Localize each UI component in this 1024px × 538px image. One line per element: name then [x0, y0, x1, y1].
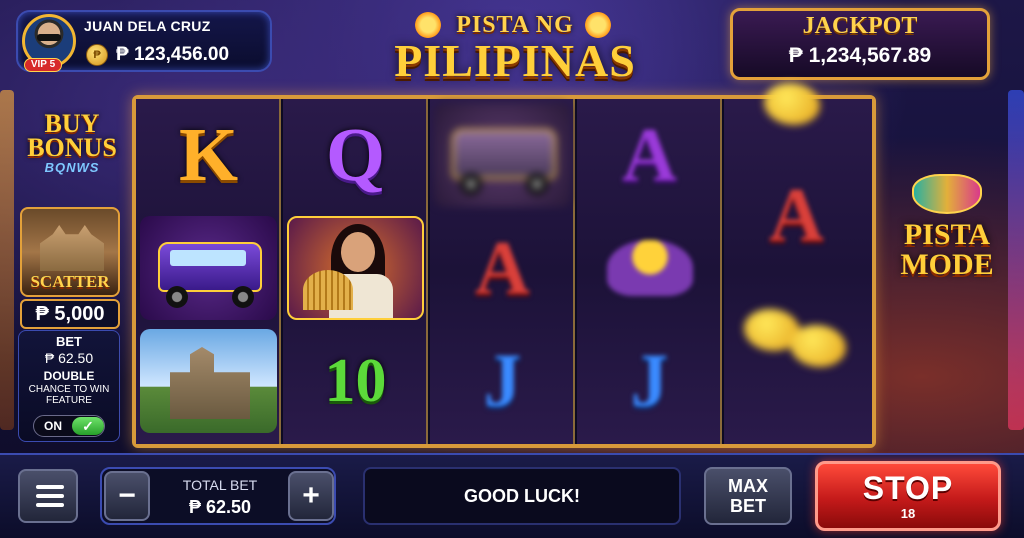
toggle-label: ON	[44, 419, 62, 433]
reel-2: Q 10	[283, 99, 428, 444]
symbol-ube-cake	[577, 212, 722, 324]
jackpot-title: JACKPOT	[802, 13, 918, 39]
jeepney-icon	[140, 216, 277, 320]
stop-label: STOP	[862, 470, 954, 506]
logo-line2: PILIPINAS	[394, 35, 636, 86]
menu-button[interactable]	[18, 469, 78, 523]
checkmark-icon: ✓	[72, 417, 104, 435]
total-bet-control: − TOTAL BET ₱ 62.50 +	[100, 467, 336, 525]
max-bet-line2: BET	[730, 496, 766, 516]
player-balance: ₱ 123,456.00	[116, 44, 230, 65]
sunglasses-icon	[37, 34, 61, 41]
pista-mode-label: PISTA MODE	[900, 218, 994, 281]
scatter-symbol: SCATTER	[20, 207, 120, 297]
double-subtitle: CHANCE TO WIN FEATURE	[28, 384, 110, 406]
symbol-jeepney	[136, 212, 281, 324]
message-display: GOOD LUCK!	[363, 467, 681, 525]
reel-5: A	[724, 83, 872, 444]
symbol-filipina-woman	[283, 212, 428, 324]
game-logo: PISTA NG PILIPINAS	[355, 4, 675, 96]
buy-bonus-label: BUY BONUS	[27, 109, 117, 162]
reel-grid: K Q 10 A J A J A	[132, 83, 876, 448]
autospin-count: 18	[900, 506, 916, 521]
coin-icon: ₱	[86, 44, 108, 66]
symbol-10: 10	[324, 347, 387, 415]
stop-button[interactable]: STOP 18	[815, 461, 1001, 531]
total-bet-value: ₱ 62.50	[188, 497, 252, 517]
increase-bet-button[interactable]: +	[288, 471, 334, 521]
symbol-j: J	[630, 339, 669, 423]
bg-light-left	[0, 90, 14, 430]
reel-1: K	[136, 99, 281, 444]
symbol-a: A	[622, 113, 677, 197]
hamburger-icon-bar	[36, 494, 64, 498]
double-title: DOUBLE	[43, 369, 95, 383]
sun-icon	[415, 12, 441, 38]
jackpot-panel: JACKPOT ₱ 1,234,567.89	[730, 8, 990, 80]
mango-icon	[764, 83, 820, 125]
bottom-control-bar: − TOTAL BET ₱ 62.50 + GOOD LUCK! MAX BET…	[0, 453, 1024, 538]
filipina-woman-icon	[287, 216, 424, 320]
sun-icon	[585, 12, 611, 38]
buy-bonus-button[interactable]: BUY BONUS BQNWS	[20, 109, 124, 200]
bet-title: BET	[56, 334, 82, 349]
symbol-j: J	[483, 339, 522, 423]
player-panel: VIP 5 JUAN DELA CRUZ ₱ ₱ 123,456.00	[16, 10, 272, 72]
symbol-a: A	[475, 226, 530, 310]
festival-mask-icon	[912, 174, 982, 214]
symbol-q: Q	[325, 113, 386, 197]
double-chance-toggle[interactable]: ON ✓	[33, 415, 105, 437]
buy-bonus-sub: BQNWS	[44, 160, 100, 175]
reel-3: A J	[430, 99, 575, 444]
symbol-k: K	[178, 113, 239, 197]
hamburger-icon-bar	[36, 503, 64, 507]
symbol-jeepney	[430, 99, 575, 211]
jeepney-icon	[434, 103, 571, 207]
bet-value: ₱ 62.50	[44, 350, 94, 366]
max-bet-line1: MAX	[728, 476, 768, 496]
total-bet-label: TOTAL BET	[182, 477, 258, 493]
mango-icon	[790, 325, 846, 367]
hamburger-icon	[36, 485, 64, 489]
church-icon	[140, 329, 277, 433]
max-bet-button[interactable]: MAX BET	[704, 467, 792, 525]
symbol-a: A	[769, 173, 824, 257]
scatter-value: ₱ 5,000	[20, 299, 120, 329]
pista-mode-button[interactable]: PISTA MODE	[880, 172, 1014, 292]
church-icon	[40, 225, 104, 271]
jackpot-value: ₱ 1,234,567.89	[788, 44, 932, 67]
scatter-label: SCATTER	[30, 272, 110, 291]
symbol-mango	[724, 289, 869, 401]
ube-cake-icon	[607, 240, 693, 296]
symbol-church	[136, 325, 281, 437]
player-name: JUAN DELA CRUZ	[84, 18, 211, 34]
symbol-mango	[724, 83, 869, 141]
vip-badge: VIP 5	[24, 58, 62, 72]
decrease-bet-button[interactable]: −	[104, 471, 150, 521]
reel-4: A J	[577, 99, 722, 444]
double-chance-panel: BET ₱ 62.50 DOUBLE CHANCE TO WIN FEATURE…	[18, 330, 120, 442]
